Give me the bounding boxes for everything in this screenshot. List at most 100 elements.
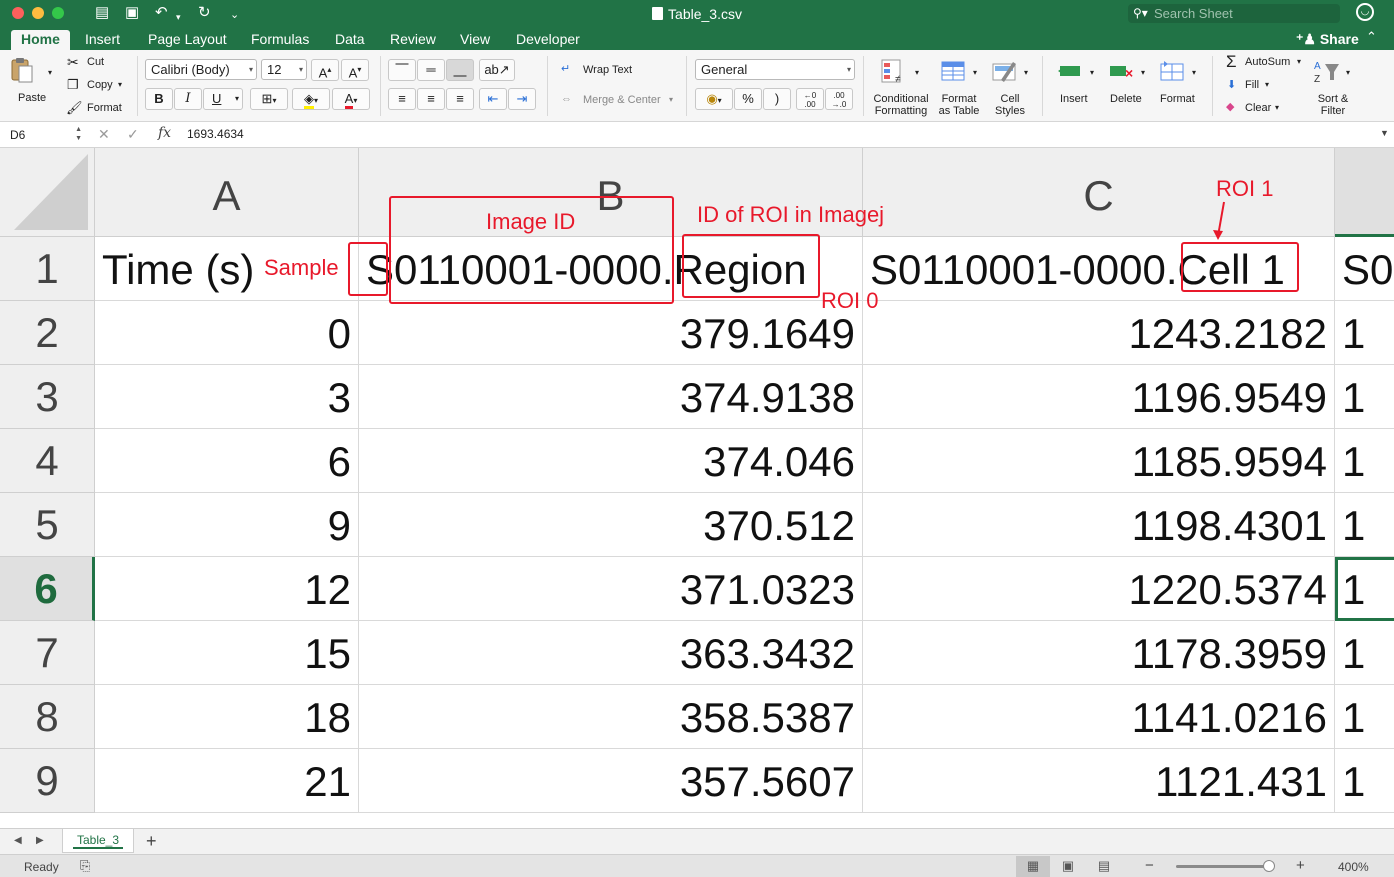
column-header-a[interactable]: A xyxy=(95,148,359,237)
formula-input[interactable]: 1693.4634 xyxy=(187,127,244,141)
row-header[interactable]: 3 xyxy=(0,365,95,429)
cell-c5[interactable]: 1198.4301 xyxy=(863,493,1335,557)
row-header[interactable]: 8 xyxy=(0,685,95,749)
normal-view-button[interactable]: ▦ xyxy=(1016,856,1050,877)
name-box-stepper-icon[interactable]: ▲ ▼ xyxy=(75,125,82,143)
cell-b6[interactable]: 371.0323 xyxy=(359,557,863,621)
cell-b5[interactable]: 370.512 xyxy=(359,493,863,557)
increase-decimal-button[interactable]: ←0.00 xyxy=(796,88,824,110)
cell-d5[interactable]: 1 xyxy=(1335,493,1394,557)
next-sheet-icon[interactable]: ▶ xyxy=(36,835,44,846)
cell-a6[interactable]: 12 xyxy=(95,557,359,621)
page-break-view-button[interactable]: ▤ xyxy=(1087,856,1121,877)
tab-page-layout[interactable]: Page Layout xyxy=(138,30,237,50)
row-header[interactable]: 4 xyxy=(0,429,95,493)
sheet-tab-table-3[interactable]: Table_3 xyxy=(62,829,134,853)
cell-b8[interactable]: 358.5387 xyxy=(359,685,863,749)
expand-formula-bar-icon[interactable]: ▼ xyxy=(1380,128,1389,138)
underline-button[interactable]: U ▾ xyxy=(203,88,243,110)
cell-b7[interactable]: 363.3432 xyxy=(359,621,863,685)
decrease-font-size-button[interactable]: A▾ xyxy=(341,59,369,81)
cell-c7[interactable]: 1178.3959 xyxy=(863,621,1335,685)
cell-c6[interactable]: 1220.5374 xyxy=(863,557,1335,621)
zoom-out-button[interactable]: − xyxy=(1145,857,1154,874)
collapse-ribbon-icon[interactable]: ⌃ xyxy=(1366,29,1377,45)
decrease-indent-button[interactable]: ⇤ xyxy=(479,88,507,110)
decrease-decimal-button[interactable]: .00 →.0 xyxy=(825,88,853,110)
comma-style-button[interactable]: ) xyxy=(763,88,791,110)
cell-c9[interactable]: 1121.431 xyxy=(863,749,1335,813)
select-all-corner[interactable] xyxy=(0,148,95,237)
zoom-slider-handle[interactable] xyxy=(1263,860,1275,872)
cell-a3[interactable]: 3 xyxy=(95,365,359,429)
align-left-button[interactable]: ≡ xyxy=(388,88,416,110)
row-header[interactable]: 7 xyxy=(0,621,95,685)
cell-a8[interactable]: 18 xyxy=(95,685,359,749)
align-right-button[interactable]: ≡ xyxy=(446,88,474,110)
orientation-button[interactable]: ab↗ xyxy=(479,59,515,81)
cell-d7[interactable]: 1 xyxy=(1335,621,1394,685)
cell-c3[interactable]: 1196.9549 xyxy=(863,365,1335,429)
cell-d3[interactable]: 1 xyxy=(1335,365,1394,429)
row-header[interactable]: 5 xyxy=(0,493,95,557)
cell-b9[interactable]: 357.5607 xyxy=(359,749,863,813)
feedback-smiley-icon[interactable]: ◡ xyxy=(1356,3,1374,21)
row-header[interactable]: 1 xyxy=(0,237,95,301)
align-center-button[interactable]: ≡ xyxy=(417,88,445,110)
increase-font-size-button[interactable]: A▴ xyxy=(311,59,339,81)
tab-insert[interactable]: Insert xyxy=(75,30,130,50)
cell-d2[interactable]: 1 xyxy=(1335,301,1394,365)
cell-b2[interactable]: 379.1649 xyxy=(359,301,863,365)
cell-d1[interactable]: S0 xyxy=(1335,237,1394,301)
bold-button[interactable]: B xyxy=(145,88,173,110)
increase-indent-button[interactable]: ⇥ xyxy=(508,88,536,110)
tab-home[interactable]: Home xyxy=(11,30,70,50)
previous-sheet-icon[interactable]: ◀ xyxy=(14,835,22,846)
share-button[interactable]: ⁺♟ Share xyxy=(1296,31,1359,48)
align-middle-button[interactable]: ═ xyxy=(417,59,445,81)
cell-c4[interactable]: 1185.9594 xyxy=(863,429,1335,493)
tab-developer[interactable]: Developer xyxy=(506,30,590,50)
cell-a5[interactable]: 9 xyxy=(95,493,359,557)
font-size-select[interactable]: 12 ▾ xyxy=(261,59,307,80)
font-name-select[interactable]: Calibri (Body) ▾ xyxy=(145,59,257,80)
row-header[interactable]: 2 xyxy=(0,301,95,365)
cell-a9[interactable]: 21 xyxy=(95,749,359,813)
row-header[interactable]: 6 xyxy=(0,557,95,621)
cancel-icon[interactable]: ✕ xyxy=(98,126,110,143)
tab-data[interactable]: Data xyxy=(325,30,375,50)
tab-view[interactable]: View xyxy=(450,30,500,50)
number-format-select[interactable]: General ▾ xyxy=(695,59,855,80)
borders-button[interactable]: ⊞▾ xyxy=(250,88,288,110)
cell-d9[interactable]: 1 xyxy=(1335,749,1394,813)
cell-d4[interactable]: 1 xyxy=(1335,429,1394,493)
align-bottom-button[interactable]: ⎽ xyxy=(446,59,474,81)
cell-c2[interactable]: 1243.2182 xyxy=(863,301,1335,365)
add-sheet-button[interactable]: + xyxy=(146,831,157,852)
column-header-d[interactable] xyxy=(1335,148,1394,237)
cell-b4[interactable]: 374.046 xyxy=(359,429,863,493)
insert-function-icon[interactable]: fx xyxy=(158,125,171,141)
enter-icon[interactable]: ✓ xyxy=(127,126,139,143)
fill-color-button[interactable]: ◈▾ xyxy=(292,88,330,110)
search-sheet-input[interactable]: ⚲▾ Search Sheet xyxy=(1128,4,1340,23)
macro-recording-icon[interactable]: ⎘ xyxy=(80,858,90,874)
zoom-in-button[interactable]: + xyxy=(1296,857,1305,874)
name-box[interactable]: D6 ▲ ▼ xyxy=(4,124,84,146)
cell-b3[interactable]: 374.9138 xyxy=(359,365,863,429)
zoom-slider[interactable] xyxy=(1176,865,1272,868)
cell-a2[interactable]: 0 xyxy=(95,301,359,365)
percent-style-button[interactable]: % xyxy=(734,88,762,110)
align-top-button[interactable]: ⎺ xyxy=(388,59,416,81)
font-color-button[interactable]: A▾ xyxy=(332,88,370,110)
tab-formulas[interactable]: Formulas xyxy=(241,30,319,50)
zoom-level[interactable]: 400% xyxy=(1338,860,1369,874)
row-header[interactable]: 9 xyxy=(0,749,95,813)
cell-a4[interactable]: 6 xyxy=(95,429,359,493)
accounting-format-button[interactable]: ◉▾ xyxy=(695,88,733,110)
cell-a7[interactable]: 15 xyxy=(95,621,359,685)
cell-c8[interactable]: 1141.0216 xyxy=(863,685,1335,749)
page-layout-view-button[interactable]: ▣ xyxy=(1051,856,1085,877)
italic-button[interactable]: I xyxy=(174,88,202,110)
tab-review[interactable]: Review xyxy=(380,30,446,50)
